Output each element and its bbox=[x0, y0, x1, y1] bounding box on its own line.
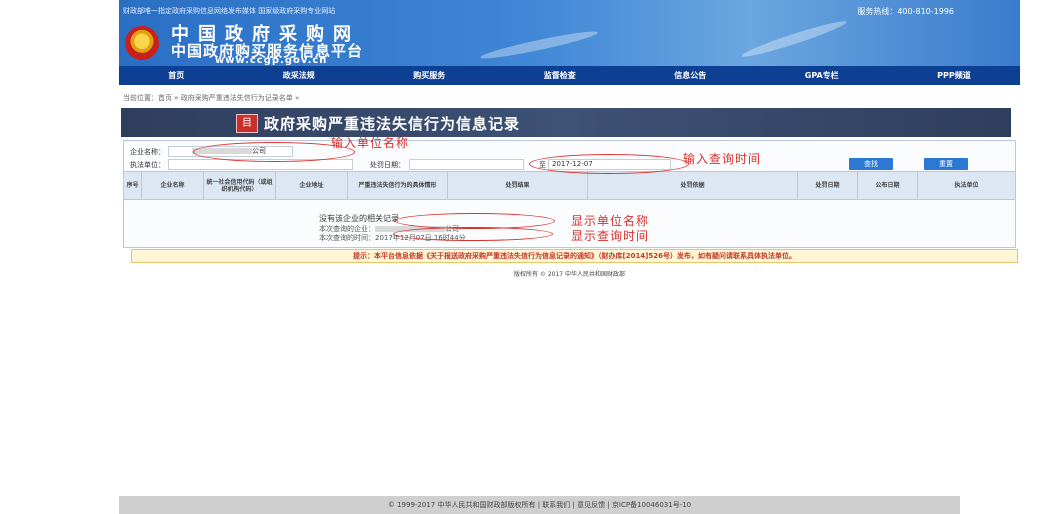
national-emblem-icon bbox=[125, 26, 159, 60]
agency-label: 执法单位： bbox=[130, 161, 165, 169]
column-header: 企业名称 bbox=[142, 172, 204, 199]
date-from-input[interactable] bbox=[409, 159, 524, 170]
page-title: 政府采购严重违法失信行为信息记录 bbox=[264, 115, 521, 133]
annotation-oval-result-time bbox=[393, 227, 553, 241]
annotation-input-company: 输入单位名称 bbox=[331, 136, 410, 150]
decor-swoosh bbox=[740, 17, 848, 61]
column-header: 序号 bbox=[124, 172, 142, 199]
annotation-oval-date-input bbox=[529, 154, 689, 174]
service-hotline: 服务热线：400-810-1996 bbox=[857, 7, 954, 16]
notice-bar: 提示：本平台信息依据《关于报送政府采购严重违法失信行为信息记录的通知》（财办库[… bbox=[131, 249, 1018, 263]
column-header: 处罚结果 bbox=[448, 172, 588, 199]
nav-announcements[interactable]: 信息公告 bbox=[674, 70, 706, 81]
column-header: 统一社会信用代码（或组织机构代码） bbox=[204, 172, 276, 199]
column-header: 执法单位 bbox=[954, 182, 979, 189]
queried-company-label: 本次查询的企业： bbox=[319, 225, 375, 233]
column-header: 处罚日期 bbox=[798, 172, 858, 199]
nav-home[interactable]: 首页 bbox=[168, 70, 184, 81]
company-name-label: 企业名称： bbox=[130, 148, 165, 156]
breadcrumb[interactable]: 当前位置：首页 » 政府采购严重违法失信行为记录名单 » bbox=[123, 93, 299, 103]
reset-button[interactable]: 重置 bbox=[924, 158, 968, 170]
column-header: 处罚依据 bbox=[588, 172, 798, 199]
no-record-message: 没有该企业的相关记录 bbox=[319, 214, 399, 223]
site-url: www.ccgp.gov.cn bbox=[215, 55, 328, 66]
nav-ppp[interactable]: PPP频道 bbox=[937, 70, 971, 81]
search-button[interactable]: 查找 bbox=[849, 158, 893, 170]
annotation-show-time: 显示查询时间 bbox=[571, 229, 650, 243]
nav-gpa[interactable]: GPA专栏 bbox=[805, 70, 839, 81]
header: 财政部唯一指定政府采购信息网络发布媒体 国家级政府采购专业网站 服务热线：400… bbox=[119, 0, 1020, 66]
queried-time-label: 本次查询的时间： bbox=[319, 234, 375, 242]
main-nav: 首页 政采法规 购买服务 监督检查 信息公告 GPA专栏 PPP频道 bbox=[119, 66, 1020, 85]
column-header: 企业地址 bbox=[276, 172, 348, 199]
nav-regulations[interactable]: 政采法规 bbox=[283, 70, 315, 81]
column-header: 公布日期 bbox=[858, 172, 918, 199]
page-footer: © 1999-2017 中华人民共和国财政部版权所有 | 联系我们 | 意见反馈… bbox=[119, 496, 960, 514]
results-table-header: 序号 企业名称 统一社会信用代码（或组织机构代码） 企业地址 严重违法失信行为的… bbox=[124, 171, 1015, 200]
decor-swoosh bbox=[479, 27, 599, 63]
date-label: 处罚日期： bbox=[370, 161, 405, 169]
copyright-text: 版权所有 © 2017 中华人民共和国财政部 bbox=[514, 271, 625, 278]
record-icon: 目 bbox=[236, 114, 258, 133]
nav-purchase-service[interactable]: 购买服务 bbox=[413, 70, 445, 81]
nav-supervision[interactable]: 监督检查 bbox=[544, 70, 576, 81]
header-top-link[interactable]: 财政部唯一指定政府采购信息网络发布媒体 国家级政府采购专业网站 bbox=[123, 6, 335, 16]
column-header: 严重违法失信行为的具体情形 bbox=[348, 172, 448, 199]
annotation-input-time: 输入查询时间 bbox=[683, 152, 762, 166]
page-banner: 目 政府采购严重违法失信行为信息记录 bbox=[121, 108, 1011, 137]
